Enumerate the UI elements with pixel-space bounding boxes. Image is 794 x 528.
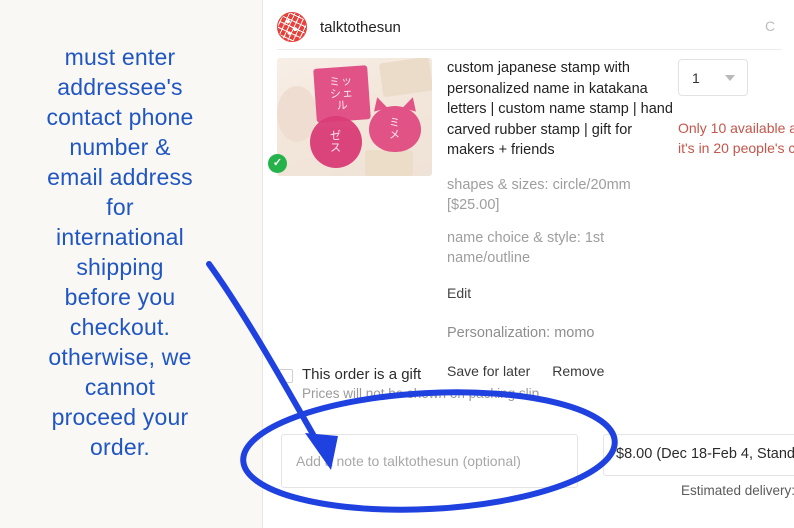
gift-label: This order is a gift: [302, 366, 422, 383]
estimated-delivery-text: Estimated delivery: D: [681, 483, 794, 498]
edit-link[interactable]: Edit: [447, 285, 471, 301]
shipping-select[interactable]: $8.00 (Dec 18-Feb 4, Standard: [603, 434, 794, 476]
product-thumbnail-wrapper[interactable]: ミッ シェル ミメ ゼス ✓: [268, 58, 432, 176]
product-variation-1: shapes & sizes: circle/20mm [$25.00]: [447, 176, 631, 214]
personalization-text: Personalization: momo: [447, 324, 595, 341]
column-header-partial: C: [765, 18, 776, 34]
shipping-selected-value: $8.00 (Dec 18-Feb 4, Standard: [616, 446, 794, 462]
shop-name[interactable]: talktothesun: [320, 19, 401, 36]
quantity-select[interactable]: 1: [678, 59, 748, 96]
gift-sublabel: Prices will not be shown on packing slip: [302, 386, 540, 401]
remove-link[interactable]: Remove: [552, 363, 604, 379]
shop-avatar-icon: [277, 12, 307, 42]
chevron-down-icon: [725, 74, 735, 81]
quantity-value: 1: [692, 69, 700, 86]
cart-panel: talktothesun C ミッ シェル ミメ ゼス ✓ custom japa…: [262, 0, 794, 528]
header-divider: [277, 49, 782, 50]
stamp-cat: ミメ: [369, 106, 421, 152]
product-thumbnail[interactable]: ミッ シェル ミメ ゼス: [277, 58, 432, 176]
product-details: custom japanese stamp with personalized …: [447, 58, 675, 379]
gift-checkbox[interactable]: [279, 369, 293, 383]
verified-check-icon: ✓: [268, 154, 287, 173]
gift-row[interactable]: This order is a gift: [279, 366, 539, 384]
wood-block-top: [378, 58, 432, 98]
note-input[interactable]: Add a note to talktothesun (optional): [281, 434, 578, 488]
note-placeholder: Add a note to talktothesun (optional): [296, 453, 521, 469]
stamp-circle: ゼス: [310, 116, 362, 168]
handwritten-annotation-text: must enter addressee's contact phone num…: [46, 44, 194, 460]
product-variation-2: name choice & style: 1st name/outline: [447, 229, 605, 267]
stamp-square: ミッ シェル: [313, 65, 371, 123]
product-title[interactable]: custom japanese stamp with personalized …: [447, 58, 675, 161]
shop-header[interactable]: talktothesun: [277, 12, 401, 42]
stock-warning: Only 10 available and it's in 20 people'…: [678, 120, 794, 156]
wood-block-bottom: [365, 150, 413, 176]
gift-block: This order is a gift Prices will not be …: [279, 366, 539, 401]
